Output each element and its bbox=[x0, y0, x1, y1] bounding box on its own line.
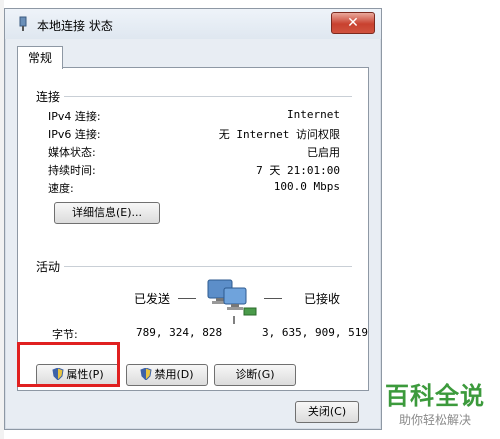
title-bar[interactable]: 本地连接 状态 ✕ bbox=[5, 9, 381, 39]
network-adapter-icon bbox=[15, 16, 31, 32]
media-state-label: 媒体状态: bbox=[48, 146, 96, 159]
uac-shield-icon bbox=[140, 367, 153, 381]
divider bbox=[64, 266, 352, 267]
bytes-sent-value: 789, 324, 828 bbox=[136, 326, 223, 339]
ipv4-value: Internet bbox=[287, 108, 340, 121]
sent-line bbox=[178, 298, 196, 299]
duration-label: 持续时间: bbox=[48, 164, 96, 177]
window-title: 本地连接 状态 bbox=[37, 19, 113, 33]
watermark-subtitle: 助你轻松解决 bbox=[398, 413, 471, 427]
activity-section-label: 活动 bbox=[36, 260, 61, 274]
close-window-button[interactable]: ✕ bbox=[331, 12, 375, 34]
highlight-box bbox=[17, 342, 120, 387]
diagnose-button[interactable]: 诊断(G) bbox=[214, 364, 296, 386]
duration-value: 7 天 21:01:00 bbox=[256, 164, 340, 177]
received-label: 已接收 bbox=[304, 292, 341, 306]
ipv6-value: 无 Internet 访问权限 bbox=[218, 128, 340, 141]
details-button[interactable]: 详细信息(E)... bbox=[54, 202, 160, 224]
ipv6-label: IPv6 连接: bbox=[48, 128, 101, 141]
sent-label: 已发送 bbox=[134, 292, 171, 306]
bytes-received-value: 3, 635, 909, 519 bbox=[262, 326, 368, 339]
speed-value: 100.0 Mbps bbox=[273, 180, 340, 193]
ipv4-label: IPv4 连接: bbox=[48, 110, 101, 123]
disable-label: 禁用(D) bbox=[154, 368, 194, 381]
disable-button[interactable]: 禁用(D) bbox=[126, 364, 208, 386]
close-button[interactable]: 关闭(C) bbox=[295, 401, 359, 423]
watermark: 百科全说 助你轻松解决 bbox=[377, 376, 493, 428]
media-state-value: 已启用 bbox=[307, 146, 340, 159]
watermark-title: 百科全说 bbox=[385, 382, 485, 410]
divider bbox=[64, 96, 352, 97]
bytes-label: 字节: bbox=[52, 328, 78, 341]
received-line bbox=[264, 298, 282, 299]
tab-general[interactable]: 常规 bbox=[17, 46, 63, 69]
speed-label: 速度: bbox=[48, 182, 74, 195]
connection-section-label: 连接 bbox=[36, 90, 61, 104]
network-computers-icon bbox=[206, 276, 262, 326]
